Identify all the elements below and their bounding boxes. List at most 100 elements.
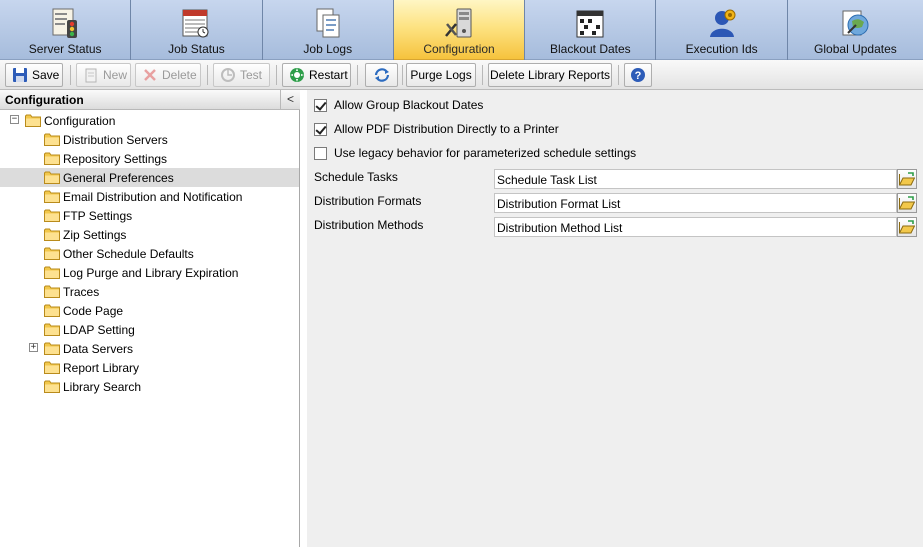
expand-toggle-icon[interactable]: + [29,343,38,352]
tab-blackout-dates[interactable]: Blackout Dates [525,0,656,60]
folder-icon [44,380,60,393]
folder-icon [44,152,60,165]
save-label: Save [32,68,60,82]
main-tab-bar: Server Status Job Status Job Logs Config… [0,0,923,60]
distribution-methods-edit-button[interactable] [897,217,917,237]
new-icon [85,68,97,83]
tree-node-email-distribution-and-notification[interactable]: Email Distribution and Notification [0,187,299,206]
open-folder-icon [899,220,915,234]
collapse-toggle-icon[interactable]: − [10,115,19,124]
folder-icon [44,133,60,146]
tree-node-other-schedule-defaults[interactable]: Other Schedule Defaults [0,244,299,263]
folder-icon [44,361,60,374]
folder-icon [44,247,60,260]
tab-job-logs[interactable]: Job Logs [262,0,393,60]
tree-node-data-servers[interactable]: + Data Servers [0,339,299,358]
allow-pdf-distribution-row[interactable]: Allow PDF Distribution Directly to a Pri… [314,121,559,137]
checkbox-label: Allow PDF Distribution Directly to a Pri… [334,122,559,136]
tree-node-repository-settings[interactable]: Repository Settings [0,149,299,168]
toolbar-separator [618,65,619,85]
tree-node-label: Library Search [63,380,142,394]
refresh-button[interactable] [365,63,398,87]
folder-icon [44,323,60,336]
tab-job-status[interactable]: Job Status [131,0,262,60]
tree-node-label: Data Servers [63,342,134,356]
delete-icon [144,69,156,81]
toolbar: Save New Delete Test Restart Purge Logs … [0,60,923,90]
tree-node-log-purge-and-library-expiration[interactable]: Log Purge and Library Expiration [0,263,299,282]
tree-node-configuration[interactable]: − Configuration [0,111,299,130]
schedule-tasks-edit-button[interactable] [897,169,917,189]
tab-label: Global Updates [814,42,897,56]
tree-node-zip-settings[interactable]: Zip Settings [0,225,299,244]
folder-icon [44,190,60,203]
tree-node-general-preferences[interactable]: General Preferences [0,168,299,187]
folder-icon [44,171,60,184]
execution-ids-icon [709,9,736,37]
tab-configuration[interactable]: Configuration [393,0,525,60]
open-folder-icon [899,172,915,186]
tree-node-distribution-servers[interactable]: Distribution Servers [0,130,299,149]
schedule-tasks-label: Schedule Tasks [314,170,398,184]
test-icon [221,68,235,82]
save-icon [13,68,27,82]
open-folder-icon [899,196,915,210]
job-status-icon [182,9,209,38]
save-button[interactable]: Save [5,63,63,87]
tab-label: Job Status [168,42,225,56]
help-icon: ? [631,68,645,82]
tree-node-traces[interactable]: Traces [0,282,299,301]
tree-node-code-page[interactable]: Code Page [0,301,299,320]
allow-group-blackout-dates-row[interactable]: Allow Group Blackout Dates [314,97,483,113]
tab-server-status[interactable]: Server Status [0,0,131,60]
tab-label: Job Logs [303,42,353,56]
panel-title: Configuration [5,93,84,107]
delete-button[interactable]: Delete [135,63,201,87]
delete-label: Delete [162,68,197,82]
toolbar-separator [357,65,358,85]
tree-node-label: LDAP Setting [63,323,135,337]
tree-node-label: Log Purge and Library Expiration [63,266,239,280]
tab-global-updates[interactable]: Global Updates [787,0,923,60]
delete-library-reports-label: Delete Library Reports [489,68,611,82]
new-button[interactable]: New [76,63,131,87]
new-label: New [103,68,128,82]
distribution-methods-field[interactable]: Distribution Method List [494,217,897,237]
tree-node-label: Repository Settings [63,152,168,166]
test-label: Test [240,68,263,82]
tree-node-label: Report Library [63,361,140,375]
tree-node-report-library[interactable]: Report Library [0,358,299,377]
global-updates-icon [842,10,869,36]
tree-node-library-search[interactable]: Library Search [0,377,299,396]
distribution-formats-edit-button[interactable] [897,193,917,213]
test-button[interactable]: Test [213,63,270,87]
distribution-formats-field[interactable]: Distribution Format List [494,193,897,213]
delete-library-reports-button[interactable]: Delete Library Reports [488,63,612,87]
tree-node-label: General Preferences [63,171,174,185]
toolbar-separator [70,65,71,85]
tree-node-ftp-settings[interactable]: FTP Settings [0,206,299,225]
legacy-behavior-checkbox[interactable] [314,146,327,160]
allow-pdf-distribution-checkbox[interactable] [314,122,327,136]
collapse-panel-button[interactable]: < [280,90,300,110]
tab-label: Blackout Dates [549,42,631,56]
tab-execution-ids[interactable]: Execution Ids [656,0,787,60]
tree-node-label: Code Page [63,304,124,318]
folder-icon [44,285,60,298]
legacy-behavior-row[interactable]: Use legacy behavior for parameterized sc… [314,145,636,161]
checkbox-label: Allow Group Blackout Dates [334,98,484,112]
schedule-tasks-field[interactable]: Schedule Task List [494,169,897,189]
allow-group-blackout-dates-checkbox[interactable] [314,98,327,112]
tree-node-ldap-setting[interactable]: LDAP Setting [0,320,299,339]
folder-icon [44,228,60,241]
folder-icon [25,114,41,127]
folder-icon [44,304,60,317]
job-logs-icon [316,8,340,38]
configuration-panel: Configuration < − Configuration Distribu… [0,90,300,547]
help-button[interactable]: ? [624,63,652,87]
restart-button[interactable]: Restart [282,63,351,87]
server-status-icon [52,8,78,38]
purge-logs-button[interactable]: Purge Logs [406,63,476,87]
restart-icon [290,68,304,82]
toolbar-separator [402,65,403,85]
